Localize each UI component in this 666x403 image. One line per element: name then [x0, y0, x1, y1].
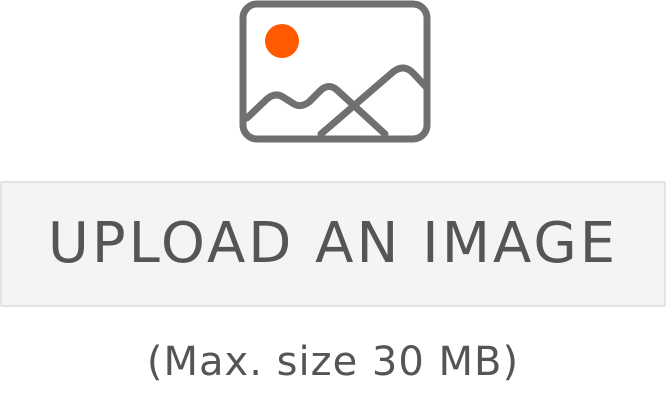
- sun-shape: [265, 24, 299, 58]
- image-placeholder-icon: [239, 0, 431, 144]
- upload-widget: UPLOAD AN IMAGE (Max. size 30 MB): [0, 0, 666, 403]
- upload-image-button[interactable]: UPLOAD AN IMAGE: [0, 181, 666, 307]
- max-size-note: (Max. size 30 MB): [146, 339, 520, 385]
- upload-button-label: UPLOAD AN IMAGE: [47, 211, 619, 276]
